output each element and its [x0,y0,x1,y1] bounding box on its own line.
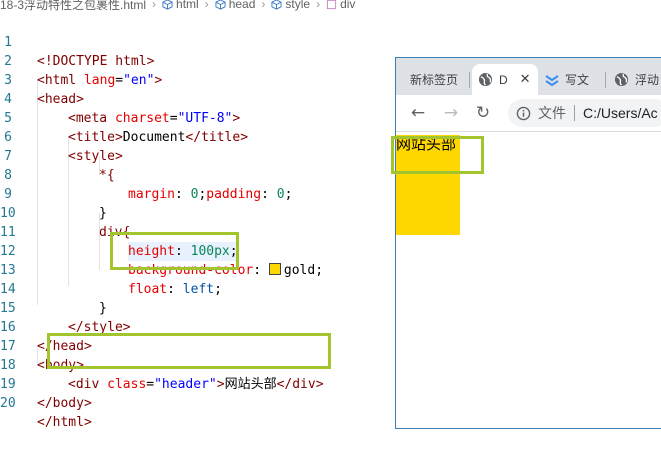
info-icon [516,106,531,120]
reload-icon[interactable]: ↻ [473,103,493,123]
forward-arrow-icon[interactable]: → [441,103,461,123]
address-path: C:/Users/Ac [583,105,658,121]
code-line-15: 15 </style> [0,280,395,335]
close-icon[interactable]: ✕ [520,72,531,87]
code-line-20: 20 </html> [0,375,395,430]
annotation-box-float [110,232,239,270]
browser-window: 新标签页 D ✕ 写文 浮动 ← → ↻ 文件 C:/Users/Ac 网站头部 [395,57,661,429]
tab-new-tab[interactable]: 新标签页 [410,64,458,95]
browser-toolbar: ← → ↻ 文件 C:/Users/Ac [396,95,661,132]
code-line-16: 16 </head> [0,299,395,354]
code-line-3: 3 <head> [0,52,395,107]
back-arrow-icon[interactable]: ← [408,103,428,123]
page-viewport: 网站头部 [396,132,661,428]
annotation-box-rendered [391,136,484,174]
tab-document[interactable]: D ✕ [472,64,538,95]
line-number: 20 [0,396,16,411]
code-line-2: 2 <html lang="en"> [0,33,395,88]
tab-writing-label: 写文 [565,73,590,87]
tab-float-label: 浮动 [635,73,660,87]
address-bar[interactable]: 文件 C:/Users/Ac [508,99,661,127]
tab-new-tab-label: 新标签页 [410,73,459,87]
tab-writing[interactable]: 写文 [544,64,589,95]
code-line-6: 6 <style> [0,109,395,164]
code-line-4: 4 <meta charset="UTF-8"> [0,71,395,126]
code-line-1: 1 <!DOCTYPE html> [0,14,395,69]
tag-token: </body> [37,396,92,411]
code-line-11: 11 height: 100px; [0,204,395,261]
chevron-stack-icon [545,74,559,86]
address-divider [574,105,575,121]
code-line-5: 5 <title>Document</title> [0,90,395,145]
tag-token: </html> [37,415,92,430]
tab-float[interactable]: 浮动 [614,64,659,95]
tab-divider [469,72,470,88]
address-scheme-label: 文件 [538,105,566,121]
code-line-8: 8 margin: 0;padding: 0; [0,147,395,202]
code-line-10: 10 div{ [0,185,395,240]
code-line-7: 7 *{ [0,128,395,183]
tab-divider [605,72,606,88]
code-line-9: 9 } [0,166,395,221]
tab-strip: 新标签页 D ✕ 写文 浮动 [396,58,661,95]
code-editor[interactable]: 1 <!DOCTYPE html> 2 <html lang="en"> 3 <… [0,0,395,449]
globe-icon [478,72,493,87]
tab-document-label: D [499,72,508,87]
globe-icon [614,72,629,87]
annotation-box-div [47,333,331,369]
